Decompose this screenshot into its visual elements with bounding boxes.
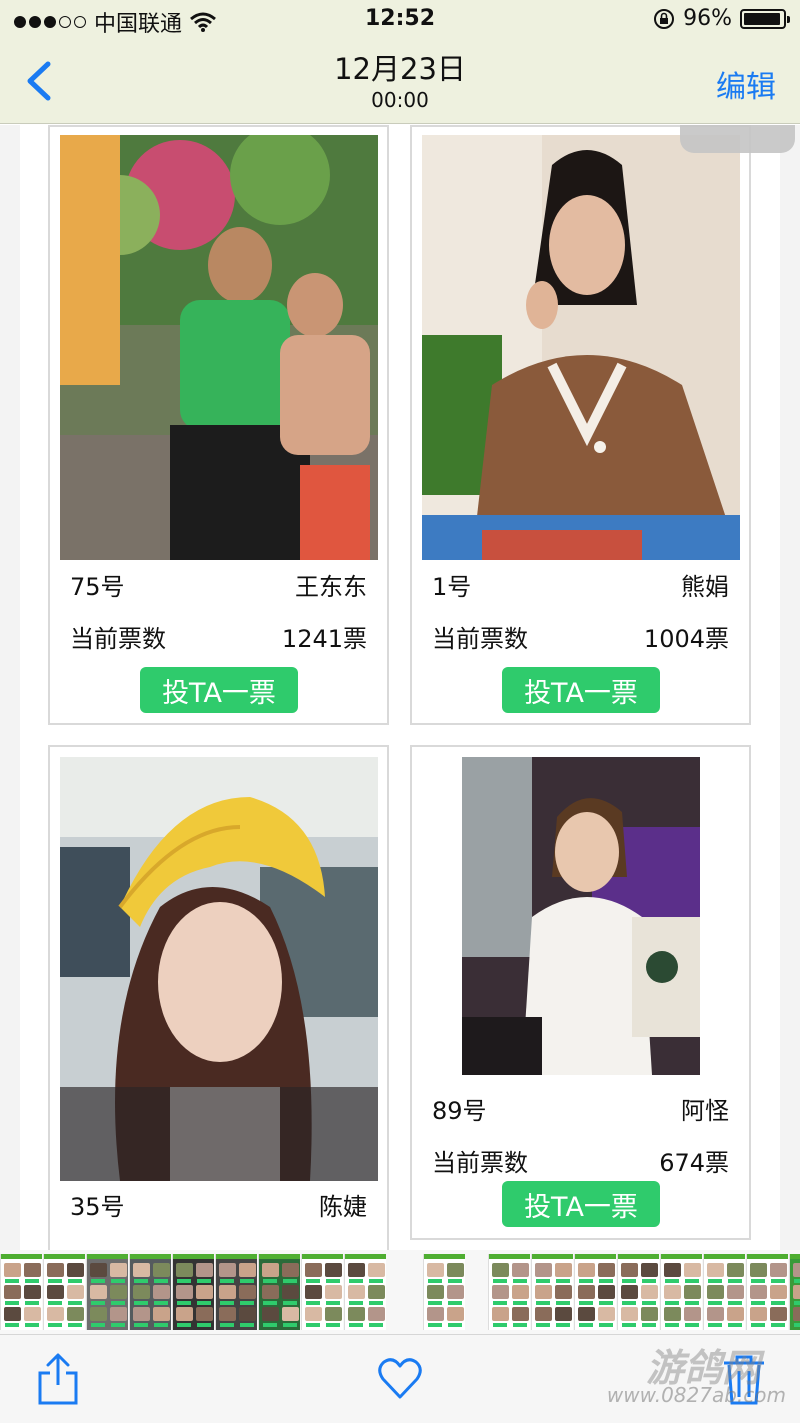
thumbnail[interactable] — [172, 1254, 214, 1330]
scroll-indicator — [680, 125, 795, 153]
watermark-url: www.0827ab.com — [606, 1383, 786, 1407]
thumbnail[interactable] — [423, 1254, 465, 1330]
status-bar: 中国联通 12:52 96% — [0, 0, 800, 40]
bottom-toolbar: 游鸽网 www.0827ab.com — [0, 1334, 800, 1423]
thumbnail[interactable] — [574, 1254, 616, 1330]
share-icon[interactable] — [34, 1351, 82, 1407]
navigation-bar: 12月23日 00:00 编辑 — [0, 40, 800, 124]
contestant-card: 89号 阿怪 当前票数 674票 投TA一票 — [410, 745, 751, 1240]
photo-content[interactable]: 75号 王东东 当前票数 1241票 投TA一票 1号 熊娟 当前票数 1004… — [0, 125, 800, 1250]
contestant-photo — [60, 757, 378, 1181]
heart-icon[interactable] — [376, 1351, 424, 1407]
contestant-name: 阿怪 — [681, 1097, 729, 1125]
contestant-number: 89号 — [432, 1097, 487, 1125]
vote-button: 投TA一票 — [502, 667, 660, 713]
thumbnail[interactable] — [86, 1254, 128, 1330]
contestant-photo — [60, 135, 378, 560]
contestant-card: 1号 熊娟 当前票数 1004票 投TA一票 — [410, 125, 751, 725]
thumbnail[interactable] — [703, 1254, 745, 1330]
votes-count: 674票 — [659, 1149, 729, 1177]
contestant-photo — [422, 135, 740, 560]
thumbnail[interactable] — [660, 1254, 702, 1330]
contestant-photo — [462, 757, 700, 1075]
votes-count: 1241票 — [281, 625, 367, 653]
status-right: 96% — [653, 6, 790, 31]
battery-percent: 96% — [683, 6, 732, 31]
thumbnail[interactable] — [531, 1254, 573, 1330]
thumbnail[interactable] — [129, 1254, 171, 1330]
votes-label: 当前票数 — [432, 625, 528, 653]
thumbnail[interactable] — [301, 1254, 343, 1330]
contestant-card: 75号 王东东 当前票数 1241票 投TA一票 — [48, 125, 389, 725]
contestant-number: 35号 — [70, 1193, 125, 1221]
contestant-number: 1号 — [432, 573, 472, 601]
thumbnail[interactable] — [488, 1254, 530, 1330]
battery-icon — [740, 8, 790, 29]
contestant-number: 75号 — [70, 573, 125, 601]
edit-button[interactable]: 编辑 — [716, 62, 776, 106]
contestant-name: 陈婕 — [319, 1193, 367, 1221]
thumbnail[interactable] — [258, 1254, 300, 1330]
contestant-card: 35号 陈婕 — [48, 745, 389, 1250]
thumbnail[interactable] — [215, 1254, 257, 1330]
votes-label: 当前票数 — [432, 1149, 528, 1177]
thumbnail-strip[interactable] — [0, 1250, 800, 1334]
vote-button: 投TA一票 — [502, 1181, 660, 1227]
thumbnail[interactable] — [746, 1254, 788, 1330]
contestant-name: 熊娟 — [681, 573, 729, 601]
vote-button: 投TA一票 — [140, 667, 298, 713]
battery-level-fill — [744, 12, 781, 25]
rotation-lock-icon — [654, 8, 675, 29]
photo-viewer-screen: 中国联通 12:52 96% 12月23日 00:00 编辑 75号 王东东 当… — [0, 0, 800, 1423]
thumbnail[interactable] — [617, 1254, 659, 1330]
votes-label: 当前票数 — [70, 625, 166, 653]
thumbnail[interactable] — [0, 1254, 42, 1330]
thumbnail[interactable] — [43, 1254, 85, 1330]
contestant-name: 王东东 — [295, 573, 367, 601]
nav-title-date: 12月23日 — [334, 52, 466, 86]
votes-count: 1004票 — [643, 625, 729, 653]
thumbnail[interactable] — [344, 1254, 386, 1330]
thumbnail[interactable] — [789, 1254, 800, 1330]
nav-subtitle-time: 00:00 — [371, 88, 429, 112]
